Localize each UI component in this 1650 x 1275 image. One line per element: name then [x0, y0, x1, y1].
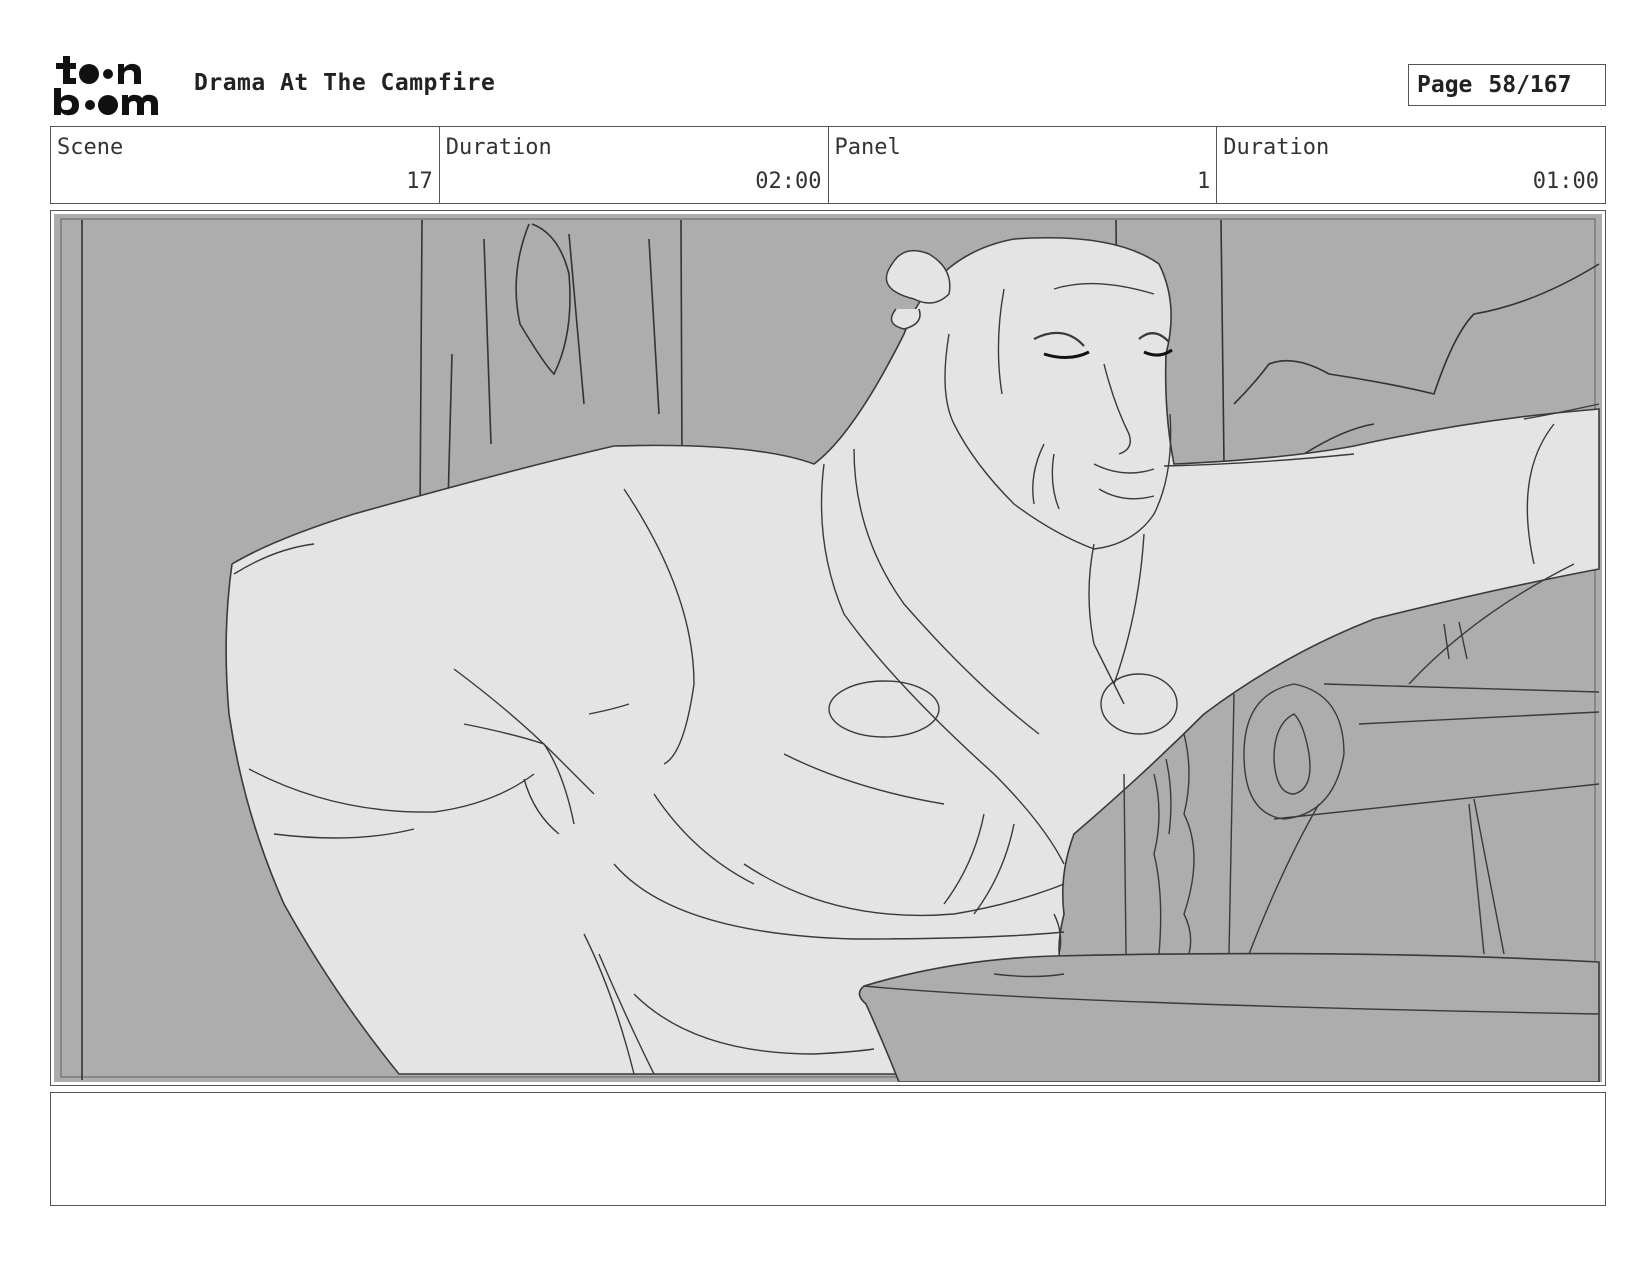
panel-duration-label: Duration	[1223, 135, 1330, 160]
scene-duration-value: 02:00	[755, 169, 822, 194]
panel-label: Panel	[834, 135, 901, 160]
panel-notes	[50, 1092, 1606, 1206]
scene-label: Scene	[57, 135, 124, 160]
toon-boom-logo	[52, 54, 172, 116]
page-label: Page	[1417, 72, 1473, 98]
panel-duration-value: 01:00	[1532, 169, 1599, 194]
panel-cell: Panel 1	[829, 127, 1218, 203]
panel-info-row: Scene 17 Duration 02:00 Panel 1 Duration…	[50, 126, 1606, 204]
storyboard-panel	[50, 210, 1606, 1086]
panel-duration-cell: Duration 01:00	[1217, 127, 1605, 203]
scene-duration-label: Duration	[445, 135, 552, 160]
page-number: 58/167	[1488, 72, 1572, 98]
page-indicator: Page 58/167	[1408, 64, 1606, 106]
storyboard-sketch-image	[54, 214, 1602, 1082]
scene-value: 17	[406, 169, 433, 194]
scene-cell: Scene 17	[51, 127, 440, 203]
scene-duration-cell: Duration 02:00	[440, 127, 829, 203]
panel-value: 1	[1197, 169, 1211, 194]
project-title: Drama At The Campfire	[194, 70, 496, 96]
